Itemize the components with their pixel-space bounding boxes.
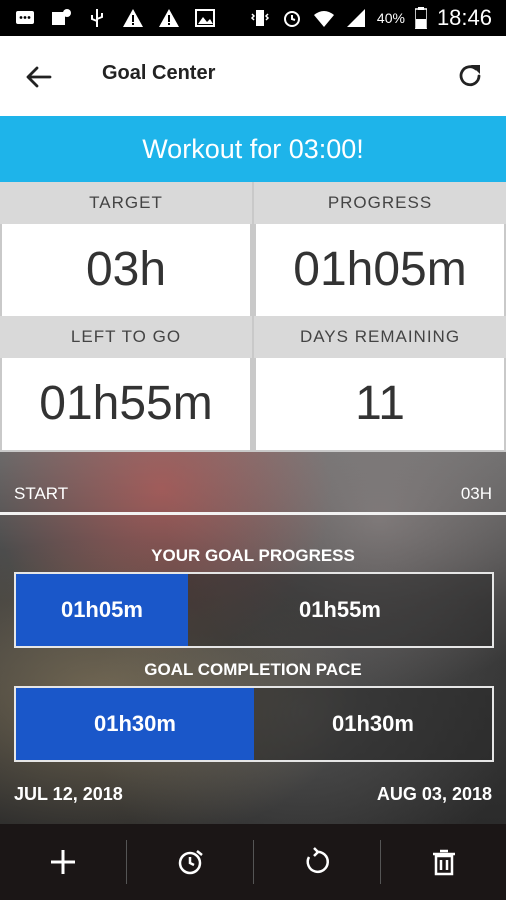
progress-hero: START 03H YOUR GOAL PROGRESS 01h05m 01h5…: [0, 452, 506, 824]
alarm-icon: [283, 11, 300, 27]
page-title: Goal Center: [102, 62, 216, 84]
target-label: TARGET: [0, 182, 252, 224]
warning-icon: [159, 9, 179, 27]
goal-banner: Workout for 03:00!: [0, 116, 506, 182]
bottom-toolbar: [0, 824, 506, 900]
goal-progress-title: YOUR GOAL PROGRESS: [151, 546, 355, 565]
back-button[interactable]: [22, 60, 56, 94]
reset-button[interactable]: [254, 824, 380, 900]
end-date: AUG 03, 2018: [376, 784, 492, 804]
usb-icon: [91, 9, 103, 27]
trash-icon: [433, 849, 455, 876]
start-date: JUL 12, 2018: [14, 784, 123, 804]
days-remaining-label: DAYS REMAINING: [254, 316, 506, 358]
status-time: 18:46: [436, 5, 492, 30]
start-label: START: [14, 484, 69, 503]
timeline-divider: [0, 512, 506, 515]
wifi-icon: [313, 11, 334, 27]
notification-icon: [52, 9, 71, 25]
progress-label: PROGRESS: [254, 182, 506, 224]
target-value: 03h: [2, 224, 250, 316]
stats-grid: TARGET PROGRESS 03h 01h05m LEFT TO GO DA…: [0, 182, 506, 452]
add-button[interactable]: [0, 824, 126, 900]
goal-progress-left: 01h55m: [298, 597, 381, 622]
pace-title: GOAL COMPLETION PACE: [144, 660, 362, 679]
app-bar: Goal Center: [0, 36, 506, 116]
end-label: 03H: [460, 484, 492, 503]
goal-progress-done: 01h05m: [60, 597, 143, 622]
timer-button[interactable]: [127, 824, 253, 900]
message-icon: [16, 11, 34, 24]
delete-button[interactable]: [381, 824, 506, 900]
pace-bar: 01h30m 01h30m: [14, 686, 494, 762]
reset-icon: [306, 847, 329, 874]
left-to-go-value: 01h55m: [2, 358, 250, 450]
pace-left: 01h30m: [332, 711, 414, 736]
days-remaining-value: 11: [256, 358, 504, 450]
refresh-button[interactable]: [454, 60, 486, 92]
status-left-icons: [14, 7, 216, 29]
warning-icon: [123, 9, 143, 27]
timer-icon: [178, 850, 203, 875]
vibrate-icon: [250, 10, 269, 26]
goal-progress-bar: 01h05m 01h55m: [14, 572, 494, 648]
signal-icon: [346, 9, 365, 27]
battery-icon: [414, 7, 427, 29]
add-icon: [51, 850, 75, 874]
image-icon: [195, 9, 215, 27]
battery-percent: 40%: [376, 10, 405, 26]
status-bar: 40% 18:46: [0, 0, 506, 36]
pace-done: 01h30m: [94, 711, 176, 736]
status-right-icons: 40% 18:46: [249, 5, 492, 31]
progress-value: 01h05m: [256, 224, 504, 316]
left-to-go-label: LEFT TO GO: [0, 316, 252, 358]
